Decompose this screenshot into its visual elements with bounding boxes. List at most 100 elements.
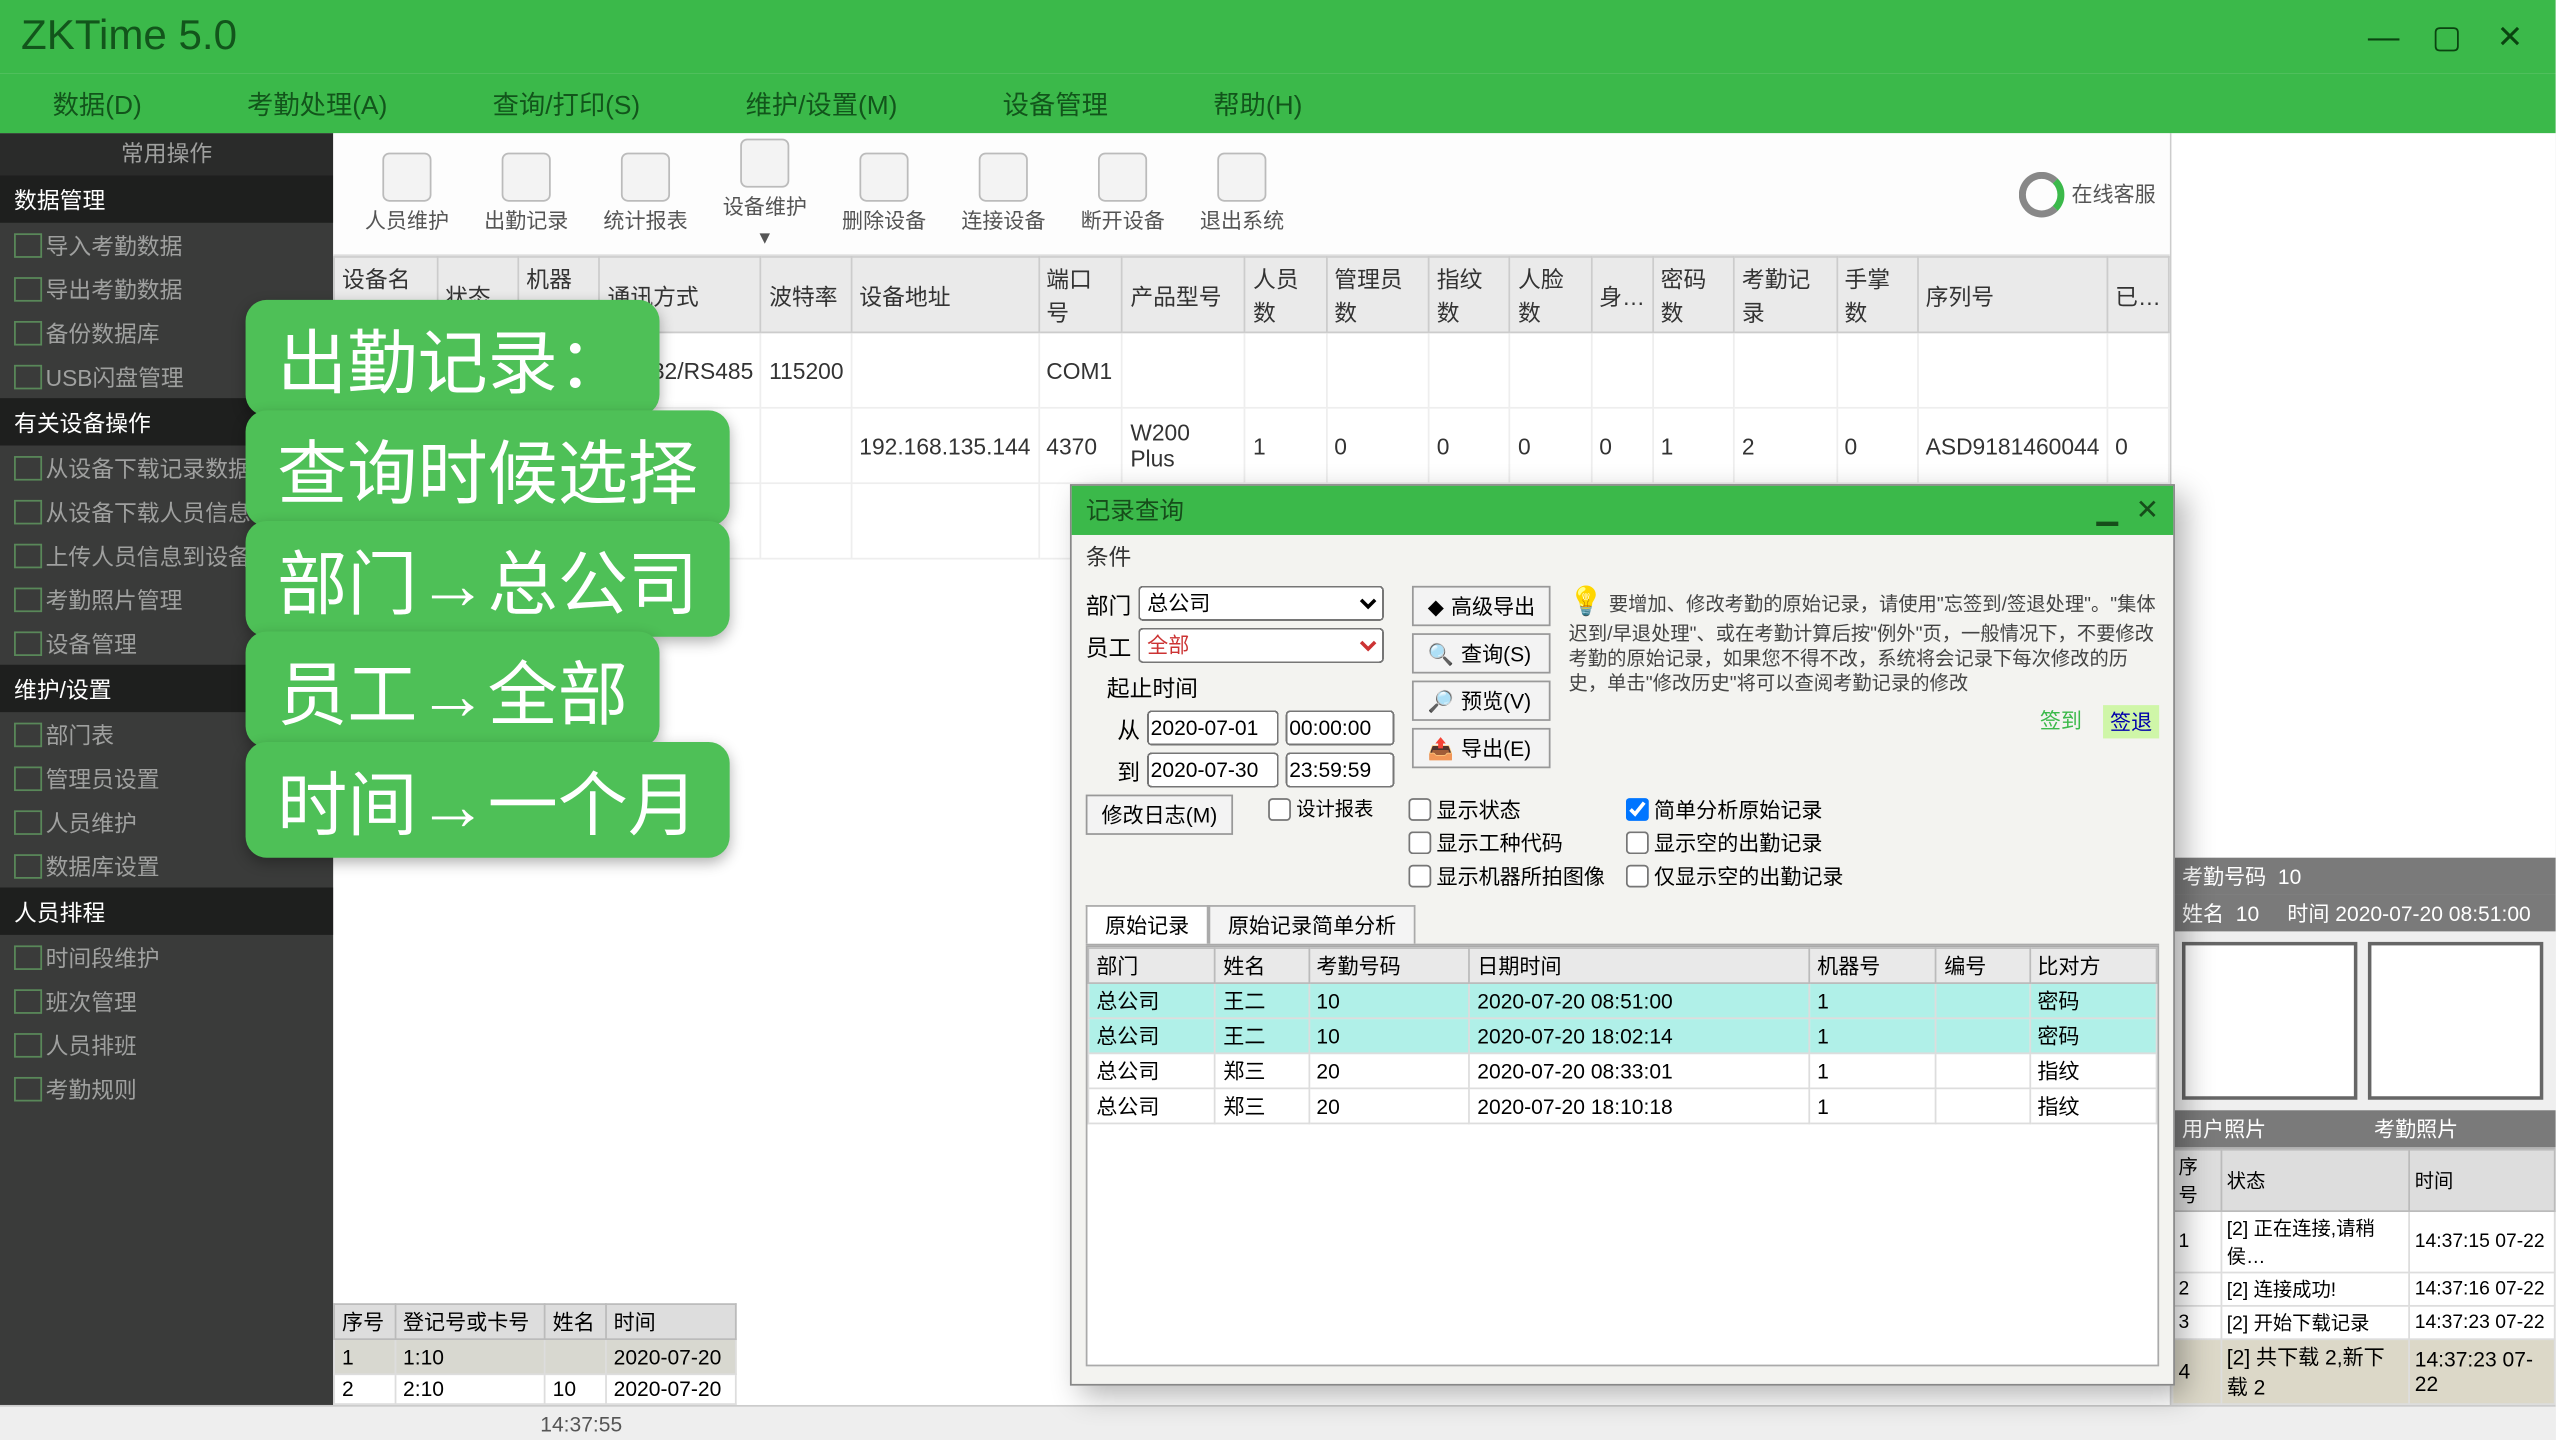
dev-header[interactable]: 人脸数 bbox=[1510, 257, 1591, 332]
tab-raw[interactable]: 原始记录 bbox=[1086, 905, 1209, 944]
user-photo-label: 用户照片 bbox=[2171, 1110, 2363, 1147]
records-scroll[interactable]: 部门姓名考勤号码日期时间机器号编号比对方 总公司王二102020-07-20 0… bbox=[1086, 945, 2159, 1366]
dev-header[interactable]: 设备地址 bbox=[851, 257, 1038, 332]
from-time[interactable] bbox=[1286, 710, 1395, 745]
mini-header[interactable]: 姓名 bbox=[545, 1304, 606, 1339]
modal-min-icon[interactable]: ▁ bbox=[2097, 493, 2119, 528]
btn-modlog[interactable]: 修改日志(M) bbox=[1086, 795, 1233, 835]
to-time[interactable] bbox=[1286, 752, 1395, 787]
mini-row[interactable]: 11:102020-07-20 bbox=[334, 1339, 736, 1374]
rec-header[interactable]: 比对方 bbox=[2029, 948, 2156, 983]
app-title: ZKTime 5.0 bbox=[21, 12, 237, 61]
log-row[interactable]: 3[2] 开始下载记录14:37:23 07-22 bbox=[2172, 1306, 2554, 1339]
to-date[interactable] bbox=[1147, 752, 1279, 787]
log-header[interactable]: 状态 bbox=[2221, 1150, 2409, 1211]
records-table[interactable]: 部门姓名考勤号码日期时间机器号编号比对方 总公司王二102020-07-20 0… bbox=[1087, 947, 2157, 1124]
btn-query[interactable]: 🔍 查询(S) bbox=[1412, 633, 1551, 673]
menu-attendance[interactable]: 考勤处理(A) bbox=[194, 85, 440, 122]
dev-header[interactable]: 产品型号 bbox=[1122, 257, 1245, 332]
log-row[interactable]: 2[2] 连接成功!14:37:16 07-22 bbox=[2172, 1273, 2554, 1306]
chk-empty[interactable]: 显示空的出勤记录 bbox=[1626, 828, 1844, 858]
dev-header[interactable]: 序列号 bbox=[1918, 257, 2107, 332]
link-signout[interactable]: 签退 bbox=[2103, 705, 2159, 738]
dev-header[interactable]: 身… bbox=[1591, 257, 1652, 332]
dev-header[interactable]: 端口号 bbox=[1038, 257, 1122, 332]
record-row[interactable]: 总公司郑三202020-07-20 18:10:181指纹 bbox=[1088, 1088, 2156, 1123]
dev-header[interactable]: 人员数 bbox=[1245, 257, 1326, 332]
sidebar-shift[interactable]: 班次管理 bbox=[0, 979, 333, 1023]
tool-report[interactable]: 统计报表 bbox=[586, 146, 705, 242]
menu-help[interactable]: 帮助(H) bbox=[1161, 85, 1355, 122]
modal-close-icon[interactable]: ✕ bbox=[2136, 493, 2160, 528]
btn-preview[interactable]: 🔎 预览(V) bbox=[1412, 681, 1551, 721]
mini-header[interactable]: 序号 bbox=[334, 1304, 395, 1339]
tool-staff[interactable]: 人员维护 bbox=[347, 146, 466, 242]
log-row[interactable]: 1[2] 正在连接,请稍侯…14:37:15 07-22 bbox=[2172, 1211, 2554, 1272]
tab-analysis[interactable]: 原始记录简单分析 bbox=[1209, 905, 1416, 944]
record-row[interactable]: 总公司王二102020-07-20 18:02:141密码 bbox=[1088, 1018, 2156, 1053]
tool-conn[interactable]: 连接设备 bbox=[944, 146, 1063, 242]
close-button[interactable]: ✕ bbox=[2485, 12, 2534, 61]
mini-header[interactable]: 时间 bbox=[606, 1304, 736, 1339]
record-row[interactable]: 总公司王二102020-07-20 08:51:001密码 bbox=[1088, 983, 2156, 1018]
tool-attend[interactable]: 出勤记录 bbox=[467, 146, 586, 242]
sidebar-collapse[interactable]: 常用操作 bbox=[0, 133, 333, 175]
rec-header[interactable]: 部门 bbox=[1088, 948, 1215, 983]
maximize-button[interactable]: ▢ bbox=[2422, 12, 2471, 61]
record-row[interactable]: 总公司郑三202020-07-20 08:33:011指纹 bbox=[1088, 1053, 2156, 1088]
chk-simple[interactable]: 简单分析原始记录 bbox=[1626, 795, 1844, 825]
dev-header[interactable]: 指纹数 bbox=[1429, 257, 1510, 332]
right-panel: 考勤号码 10 姓名 10 时间 2020-07-20 08:51:00 用户照… bbox=[2170, 133, 2556, 1405]
sidebar-timeslot[interactable]: 时间段维护 bbox=[0, 935, 333, 979]
titlebar: ZKTime 5.0 — ▢ ✕ bbox=[0, 0, 2556, 74]
play-icon bbox=[979, 153, 1028, 202]
log-header[interactable]: 序号 bbox=[2172, 1150, 2220, 1211]
toolbar-right[interactable]: 在线客服 bbox=[2019, 171, 2156, 217]
dev-header[interactable]: 手掌数 bbox=[1837, 257, 1918, 332]
dev-header[interactable]: 密码数 bbox=[1653, 257, 1734, 332]
content: 人员维护 出勤记录 统计报表 设备维护▾ 删除设备 连接设备 断开设备 退出系统… bbox=[333, 133, 2169, 1405]
menu-device[interactable]: 设备管理 bbox=[950, 85, 1161, 122]
tool-device-del[interactable]: 删除设备 bbox=[824, 146, 943, 242]
modal-titlebar[interactable]: 记录查询 ▁ ✕ bbox=[1072, 486, 2174, 535]
tool-device-maint[interactable]: 设备维护▾ bbox=[705, 132, 824, 257]
log-row[interactable]: 4[2] 共下载 2,新下载 214:37:23 07-22 bbox=[2172, 1339, 2554, 1404]
chk-showimg[interactable]: 显示机器所拍图像 bbox=[1408, 861, 1604, 891]
mini-table[interactable]: 序号登记号或卡号姓名时间 11:102020-07-2022:10102020-… bbox=[333, 1303, 736, 1405]
dev-header[interactable]: 管理员数 bbox=[1326, 257, 1429, 332]
menu-maintain[interactable]: 维护/设置(M) bbox=[693, 85, 950, 122]
mini-row[interactable]: 22:10102020-07-20 bbox=[334, 1374, 736, 1404]
btn-adv-export[interactable]: ◆ 高级导出 bbox=[1412, 586, 1551, 626]
rec-header[interactable]: 编号 bbox=[1936, 948, 2029, 983]
rp-info-2: 姓名 10 时间 2020-07-20 08:51:00 bbox=[2171, 895, 2555, 932]
rec-header[interactable]: 姓名 bbox=[1215, 948, 1308, 983]
chk-showstat[interactable]: 显示状态 bbox=[1408, 795, 1604, 825]
statusbar: 14:37:55 bbox=[0, 1405, 2556, 1440]
tool-exit[interactable]: 退出系统 bbox=[1182, 146, 1301, 242]
emp-select[interactable]: 全部 bbox=[1138, 628, 1384, 663]
chk-onlyempty[interactable]: 仅显示空的出勤记录 bbox=[1626, 861, 1844, 891]
chk-showcode[interactable]: 显示工种代码 bbox=[1408, 828, 1604, 858]
dev-header[interactable]: 波特率 bbox=[761, 257, 851, 332]
menu-data[interactable]: 数据(D) bbox=[0, 85, 194, 122]
log-header[interactable]: 时间 bbox=[2409, 1150, 2555, 1211]
link-signin[interactable]: 签到 bbox=[2040, 705, 2082, 738]
attend-photo bbox=[2368, 942, 2543, 1100]
sidebar-rules[interactable]: 考勤规则 bbox=[0, 1066, 333, 1110]
minimize-button[interactable]: — bbox=[2359, 12, 2408, 61]
dev-header[interactable]: 已… bbox=[2107, 257, 2169, 332]
chk-design[interactable]: 设计报表 bbox=[1268, 795, 1373, 823]
menu-query[interactable]: 查询/打印(S) bbox=[440, 85, 693, 122]
btn-export[interactable]: 📤 导出(E) bbox=[1412, 728, 1551, 768]
dept-select[interactable]: 总公司 bbox=[1138, 586, 1384, 621]
sidebar-import[interactable]: 导入考勤数据 bbox=[0, 223, 333, 267]
rec-header[interactable]: 考勤号码 bbox=[1309, 948, 1470, 983]
from-label: 从 bbox=[1117, 711, 1140, 744]
tool-disconn[interactable]: 断开设备 bbox=[1063, 146, 1182, 242]
dev-header[interactable]: 考勤记录 bbox=[1734, 257, 1837, 332]
rec-header[interactable]: 日期时间 bbox=[1469, 948, 1809, 983]
rec-header[interactable]: 机器号 bbox=[1809, 948, 1936, 983]
sidebar-assign[interactable]: 人员排班 bbox=[0, 1023, 333, 1067]
mini-header[interactable]: 登记号或卡号 bbox=[395, 1304, 545, 1339]
from-date[interactable] bbox=[1147, 710, 1279, 745]
